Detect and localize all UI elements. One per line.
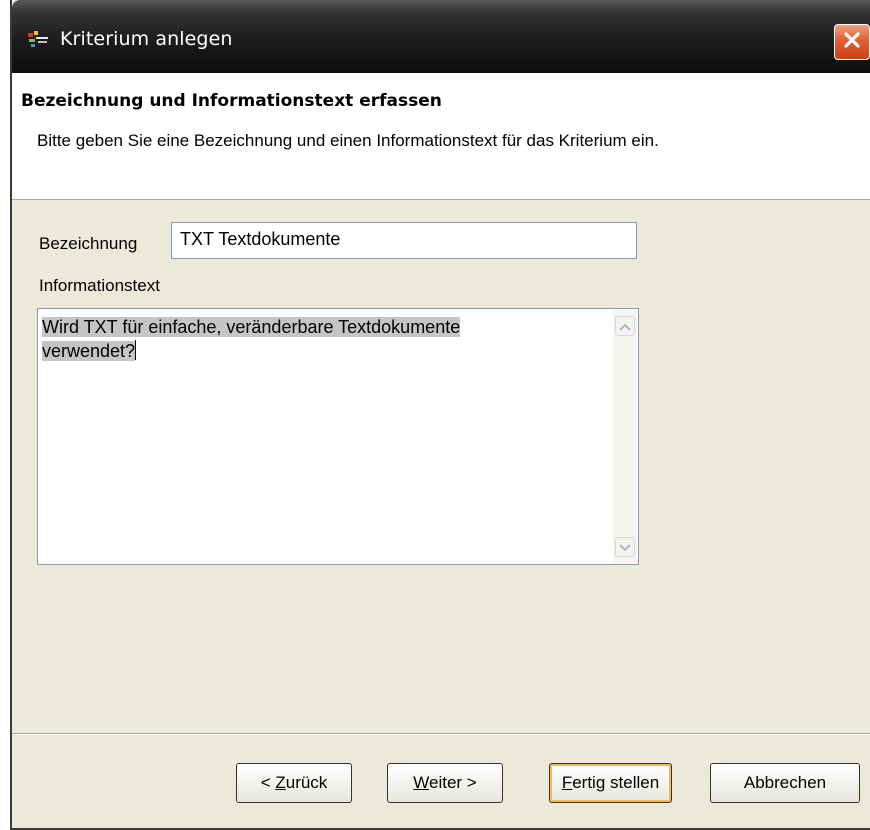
- app-icon: [26, 30, 52, 50]
- cancel-button-label: Abbrechen: [743, 773, 827, 792]
- wizard-header: Bezeichnung und Informationstext erfasse…: [12, 73, 870, 200]
- chevron-up-icon: [619, 316, 631, 336]
- informationstext-textarea[interactable]: Wird TXT für einfache, veränderbare Text…: [37, 308, 639, 565]
- finish-button[interactable]: Fertig stellen: [549, 763, 672, 803]
- selected-text-line-1: Wird TXT für einfache, veränderbare Text…: [42, 317, 461, 337]
- next-button[interactable]: Weiter >: [387, 763, 503, 803]
- vertical-scrollbar[interactable]: [613, 310, 637, 563]
- page-description: Bitte geben Sie eine Bezeichnung und ein…: [37, 131, 659, 150]
- informationstext-label: Informationstext: [39, 276, 160, 295]
- finish-button-label: Fertig stellen: [561, 773, 660, 792]
- cancel-button[interactable]: Abbrechen: [710, 763, 860, 803]
- page-title: Bezeichnung und Informationstext erfasse…: [21, 91, 442, 111]
- textarea-content: Wird TXT für einfache, veränderbare Text…: [42, 315, 602, 363]
- scroll-down-button[interactable]: [615, 537, 635, 557]
- window-title: Kriterium anlegen: [60, 28, 233, 50]
- text-caret: [135, 340, 137, 360]
- chevron-down-icon: [619, 537, 631, 557]
- close-icon: [842, 30, 862, 55]
- back-button-label: < Zurück: [260, 773, 328, 792]
- bezeichnung-input[interactable]: TXT Textdokumente: [171, 222, 637, 259]
- next-button-label: Weiter >: [413, 773, 477, 792]
- bezeichnung-label: Bezeichnung: [39, 234, 138, 253]
- back-button[interactable]: < Zurück: [236, 763, 352, 803]
- dialog-window: Kriterium anlegen Bezeichnung und Inform…: [10, 0, 870, 830]
- footer-divider: [12, 733, 870, 735]
- selected-text-line-2: verwendet?: [42, 341, 136, 361]
- close-button[interactable]: [834, 24, 870, 60]
- title-bar[interactable]: Kriterium anlegen: [12, 0, 870, 73]
- scroll-up-button[interactable]: [615, 316, 635, 336]
